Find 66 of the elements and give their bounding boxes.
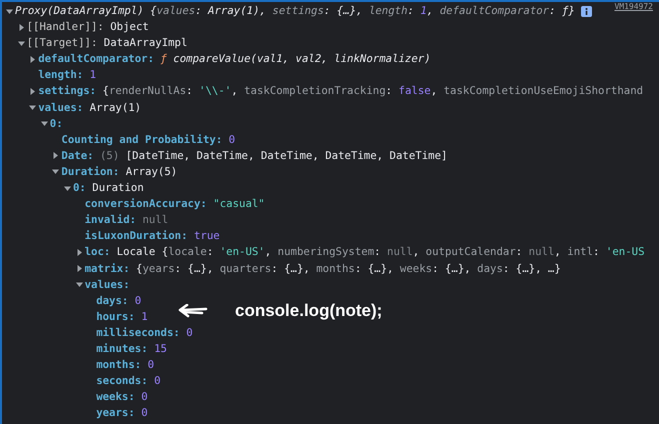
right-triangle-icon[interactable] (76, 265, 83, 272)
property-value: "casual" (213, 196, 265, 212)
right-triangle-icon[interactable] (29, 56, 36, 63)
property-key: loc: (84, 244, 110, 260)
property-key: days: (96, 292, 128, 309)
property-value: DataArrayImpl (104, 35, 188, 52)
property-value: Locale {locale: 'en-US', numberingSystem: null, outputCalendar: null, intl: 'en-US (116, 244, 644, 260)
property-key: defaultComparator: (38, 51, 154, 68)
right-triangle-icon[interactable] (29, 88, 36, 96)
property-key: months: (96, 357, 142, 374)
property-key: values: (84, 276, 130, 293)
property-value: true (194, 228, 220, 244)
property-value: (5) [DateTime, DateTime, DateTime, DateTime, DateTime] (100, 148, 448, 164)
property-value: 0 (141, 405, 148, 422)
property-value: 0 (228, 132, 236, 148)
property-value: 0 (186, 324, 193, 341)
down-triangle-icon[interactable] (64, 184, 71, 192)
object-preview: Proxy(DataArrayImpl) {values: Array(1), settings: {…}, length: 1, defaultComparator: ƒ} (15, 3, 575, 19)
source-link[interactable]: VM194972 (614, 2, 653, 11)
property-key: values: (38, 100, 84, 116)
property-key: [[Target]]: (26, 35, 98, 52)
property-key: invalid: (84, 212, 136, 228)
down-triangle-icon[interactable] (40, 120, 48, 128)
property-key: 0: (73, 180, 86, 196)
property-key: hours: (96, 308, 135, 325)
right-triangle-icon[interactable] (18, 24, 25, 31)
down-triangle-icon[interactable] (18, 40, 25, 47)
property-value: 0 (134, 292, 142, 309)
property-key: [[Handler]]: (26, 19, 104, 36)
property-value: 1 (141, 308, 148, 325)
property-value: null (142, 212, 168, 228)
property-key: milliseconds: (96, 324, 180, 341)
down-triangle-icon[interactable] (29, 104, 36, 112)
property-key: minutes: (96, 340, 148, 358)
right-triangle-icon[interactable] (52, 152, 60, 160)
property-value: Duration (92, 180, 144, 196)
property-value: 0 (154, 373, 161, 390)
right-triangle-icon[interactable] (76, 248, 83, 256)
property-key: Counting and Probability: (61, 132, 222, 148)
property-key: matrix: (84, 260, 130, 277)
property-value: 1 (90, 67, 96, 84)
property-key: weeks: (96, 389, 135, 406)
down-triangle-icon[interactable] (6, 8, 13, 15)
property-key: Date: (61, 148, 94, 164)
property-key: seconds: (96, 373, 148, 390)
property-value: Object (110, 19, 149, 36)
property-key: settings: (38, 83, 96, 100)
property-key: years: (96, 405, 135, 422)
property-value: Array(1) (90, 100, 142, 116)
property-key: 0: (50, 116, 63, 132)
annotation-text: console.log(note); (235, 300, 382, 322)
property-value: 0 (141, 389, 148, 406)
property-key: isLuxonDuration: (84, 228, 188, 244)
property-key: length: (38, 67, 84, 84)
down-triangle-icon[interactable] (52, 168, 60, 176)
property-value: {renderNullAs: '\\-', taskCompletionTracking: false, taskCompletionUseEmojiShorthand (102, 83, 644, 100)
property-value: 0 (148, 357, 154, 374)
down-triangle-icon[interactable] (76, 281, 83, 288)
property-value: {years: {…}, quarters: {…}, months: {…}, weeks: {…}, days: {…}, …} (136, 260, 561, 276)
arrow-icon (178, 304, 208, 318)
property-key: Duration: (61, 164, 120, 180)
property-key: conversionAccuracy: (84, 196, 207, 212)
property-value: 15 (154, 340, 167, 357)
property-value: Array(5) (126, 164, 178, 180)
info-icon[interactable] (580, 6, 592, 17)
property-value: ƒ compareValue(val1, val2, linkNormalizer) (160, 51, 431, 68)
